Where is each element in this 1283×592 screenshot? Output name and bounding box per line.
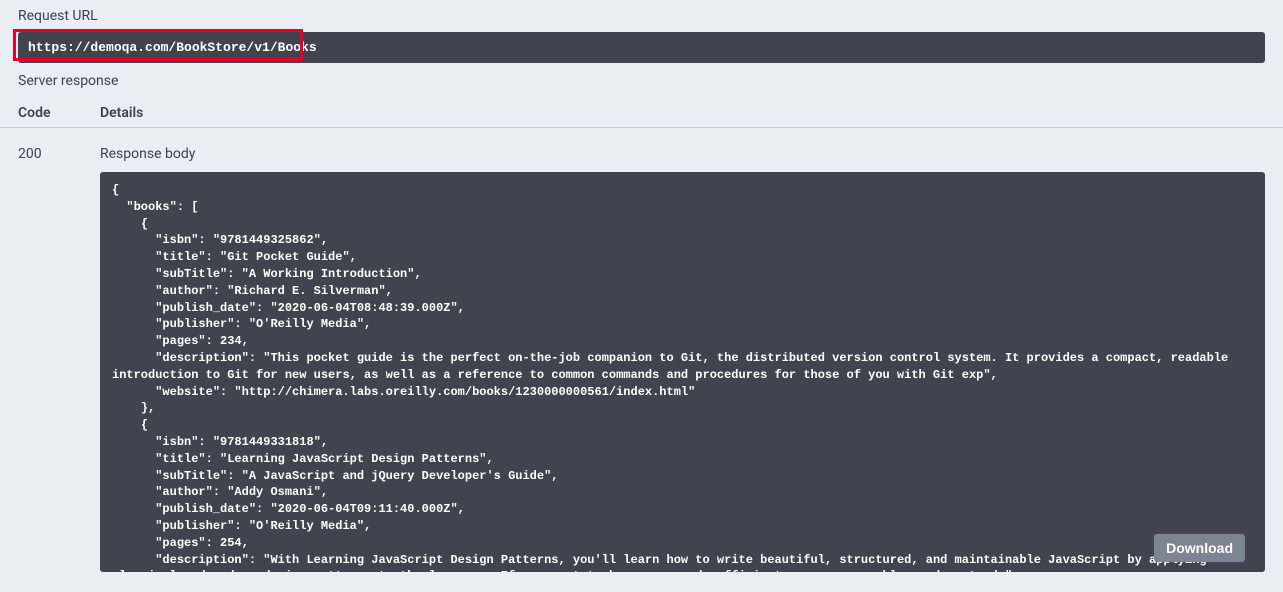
download-button[interactable]: Download — [1154, 534, 1245, 562]
request-url-value[interactable]: https://demoqa.com/BookStore/v1/Books — [18, 32, 1265, 63]
response-body-container: { "books": [ { "isbn": "9781449325862", … — [100, 172, 1265, 572]
request-url-label: Request URL — [0, 0, 1283, 32]
response-body-label: Response body — [100, 146, 1265, 162]
server-response-label: Server response — [0, 63, 1283, 99]
status-code: 200 — [18, 146, 100, 572]
details-column-header: Details — [100, 105, 1265, 121]
response-row: 200 Response body { "books": [ { "isbn":… — [0, 128, 1283, 572]
response-body-code[interactable]: { "books": [ { "isbn": "9781449325862", … — [100, 172, 1265, 572]
response-table-header: Code Details — [0, 99, 1283, 128]
code-column-header: Code — [18, 105, 100, 121]
details-cell: Response body { "books": [ { "isbn": "97… — [100, 146, 1265, 572]
swagger-response-panel: Request URL https://demoqa.com/BookStore… — [0, 0, 1283, 592]
request-url-container: https://demoqa.com/BookStore/v1/Books — [0, 32, 1283, 63]
